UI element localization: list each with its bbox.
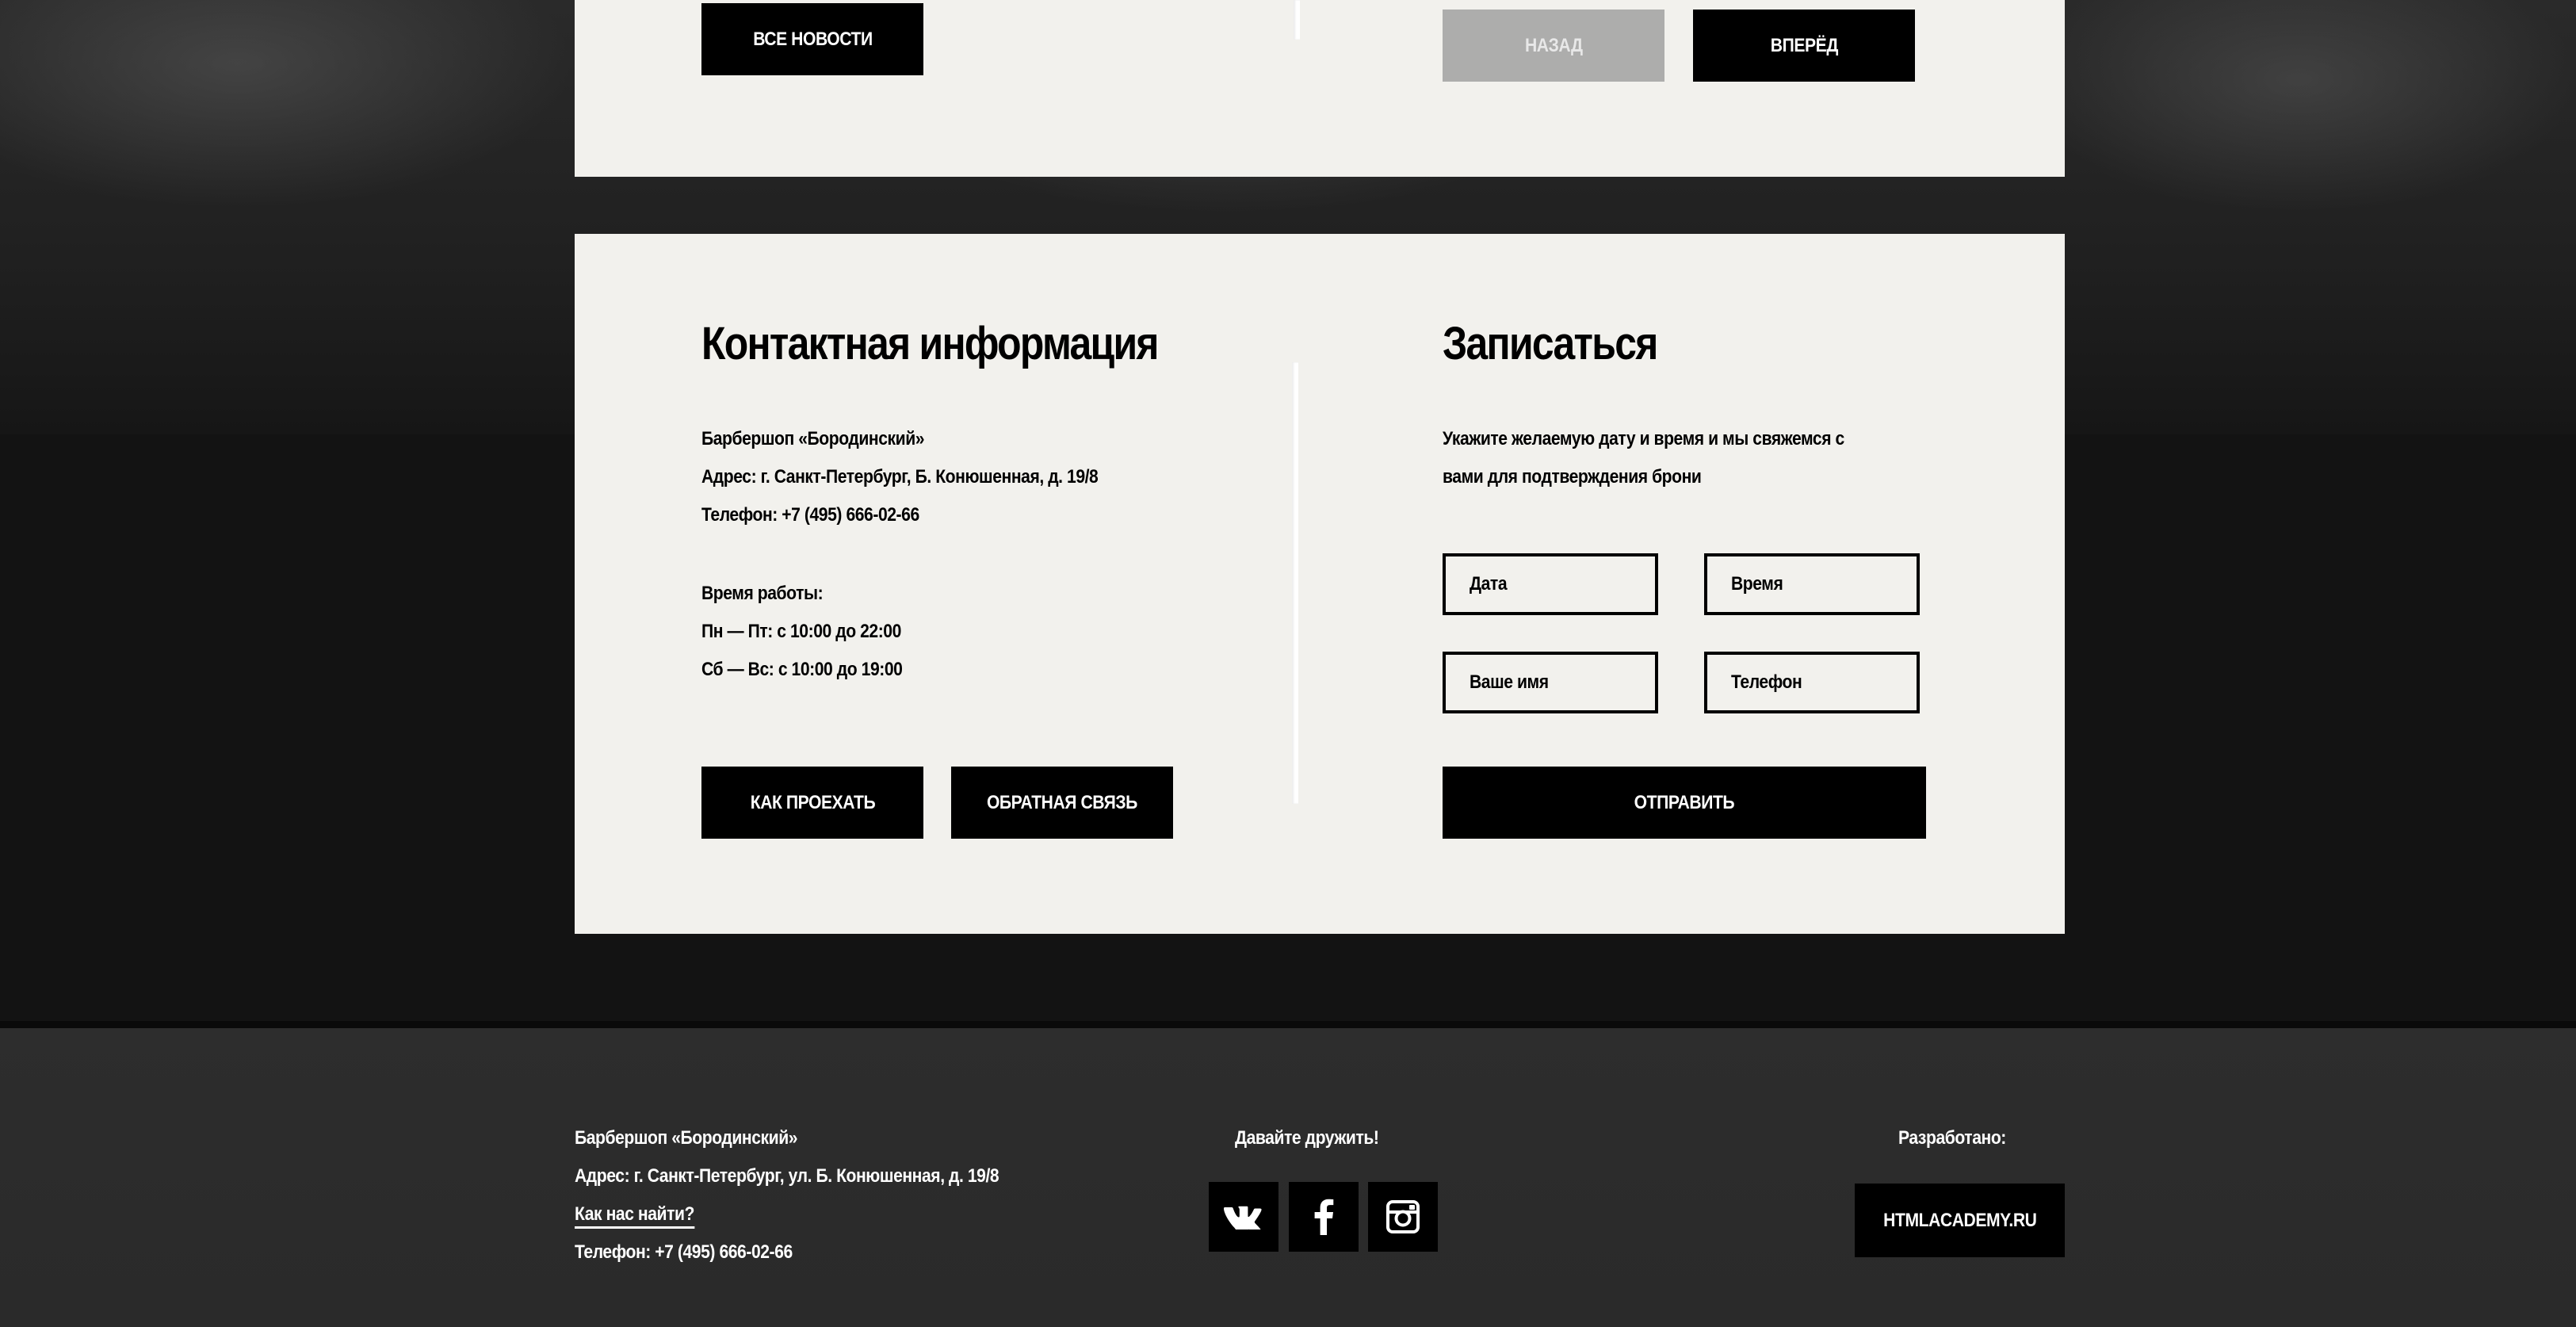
route-button[interactable]: Как проехать — [701, 767, 923, 839]
developer-button-label: HTMLAcademy.ru — [1882, 1209, 2037, 1231]
phone-placeholder: Телефон — [1731, 671, 1802, 693]
news-prev-button-label: Назад — [1524, 34, 1583, 56]
news-next-button[interactable]: Вперёд — [1693, 10, 1915, 82]
submit-button-label: Отправить — [1634, 791, 1735, 813]
contacts-hours: Время работы: Пн — Пт: с 10:00 до 22:00 … — [701, 575, 903, 689]
instagram-link[interactable] — [1368, 1182, 1438, 1252]
footer-address: Адрес: г. Санкт-Петербург, ул. Б. Конюше… — [575, 1165, 999, 1187]
news-panel: Все новости Назад Вперёд — [575, 0, 2065, 177]
submit-button[interactable]: Отправить — [1443, 767, 1926, 839]
hours-weekend: Сб — Вс: с 10:00 до 19:00 — [701, 659, 903, 680]
news-prev-button[interactable]: Назад — [1443, 10, 1664, 82]
social-title: Давайте дружить! — [1235, 1127, 1379, 1149]
all-news-button[interactable]: Все новости — [701, 3, 923, 75]
phone-field[interactable]: Телефон — [1704, 652, 1920, 713]
feedback-button[interactable]: Обратная связь — [951, 767, 1173, 839]
developed-label: Разработано: — [1898, 1127, 2006, 1149]
find-us-link[interactable]: Как нас найти? — [575, 1203, 694, 1229]
contacts-address: Адрес: г. Санкт-Петербург, Б. Конюшенная… — [701, 466, 1099, 488]
feedback-button-label: Обратная связь — [987, 791, 1137, 813]
booking-description: Укажите желаемую дату и время и мы свяже… — [1443, 420, 1844, 496]
contacts-title: Контактная информация — [701, 318, 1160, 369]
footer: Барбершоп «Бородинский» Адрес: г. Санкт-… — [0, 1021, 2576, 1327]
booking-title: Записаться — [1443, 318, 1658, 369]
name-placeholder: Ваше имя — [1470, 671, 1549, 693]
all-news-button-label: Все новости — [752, 28, 873, 50]
footer-name: Барбершоп «Бородинский» — [575, 1127, 798, 1149]
time-field[interactable]: Время — [1704, 553, 1920, 615]
footer-contacts: Барбершоп «Бородинский» Адрес: г. Санкт-… — [575, 1119, 999, 1272]
booking-description-line2: вами для подтверждения брони — [1443, 466, 1702, 488]
news-divider — [1294, 0, 1300, 40]
vk-link[interactable] — [1209, 1182, 1278, 1252]
date-placeholder: Дата — [1470, 573, 1508, 595]
route-button-label: Как проехать — [750, 791, 875, 813]
contacts-info: Барбершоп «Бородинский» Адрес: г. Санкт-… — [701, 420, 1099, 534]
footer-phone: Телефон: +7 (495) 666-02-66 — [575, 1241, 793, 1263]
instagram-icon — [1386, 1200, 1420, 1233]
facebook-link[interactable] — [1289, 1182, 1359, 1252]
booking-description-line1: Укажите желаемую дату и время и мы свяже… — [1443, 428, 1844, 449]
hours-label: Время работы: — [701, 583, 824, 604]
hours-weekdays: Пн — Пт: с 10:00 до 22:00 — [701, 621, 901, 642]
facebook-icon — [1314, 1199, 1334, 1235]
contacts-name: Барбершоп «Бородинский» — [701, 428, 925, 449]
contacts-phone: Телефон: +7 (495) 666-02-66 — [701, 504, 919, 526]
name-field[interactable]: Ваше имя — [1443, 652, 1658, 713]
date-field[interactable]: Дата — [1443, 553, 1658, 615]
news-next-button-label: Вперёд — [1770, 34, 1838, 56]
vk-icon — [1224, 1206, 1262, 1229]
contacts-divider — [1292, 362, 1298, 804]
time-placeholder: Время — [1731, 573, 1783, 595]
developer-button[interactable]: HTMLAcademy.ru — [1855, 1184, 2065, 1257]
contacts-panel: Контактная информация Барбершоп «Бородин… — [575, 234, 2065, 934]
